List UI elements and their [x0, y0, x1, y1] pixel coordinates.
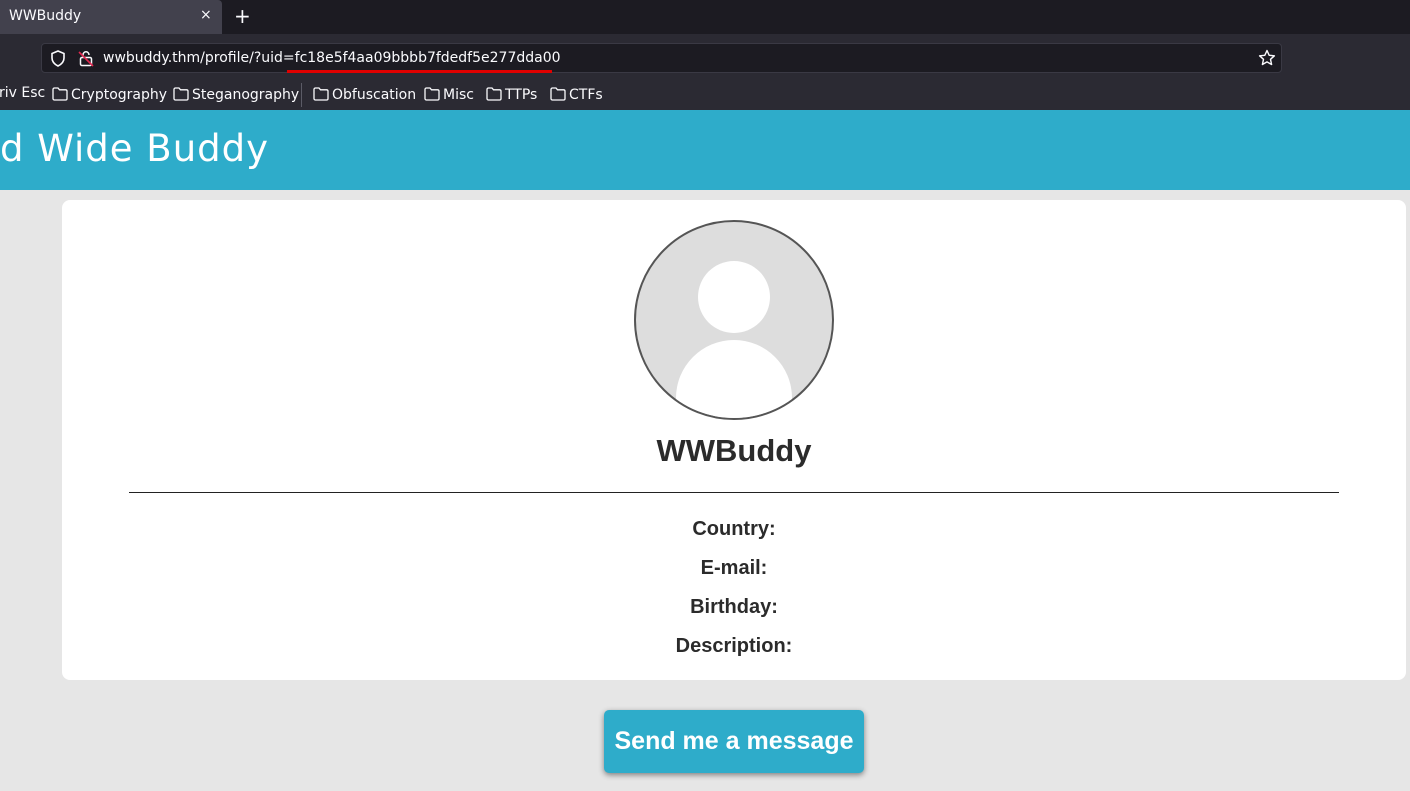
send-message-button[interactable]: Send me a message	[604, 710, 864, 773]
bookmark-misc[interactable]: Misc	[424, 85, 474, 103]
bookmark-label: CTFs	[569, 87, 603, 103]
bookmark-label: TTPs	[505, 87, 538, 103]
folder-icon	[486, 87, 502, 101]
birthday-label: Birthday:	[690, 596, 778, 618]
url-annotation-underline	[287, 70, 552, 73]
avatar	[634, 220, 834, 420]
site-title[interactable]: d Wide Buddy	[0, 127, 269, 170]
profile-username: WWBuddy	[656, 433, 812, 468]
country-label: Country:	[692, 518, 776, 540]
bookmark-priv-esc[interactable]: riv Esc	[0, 85, 45, 101]
new-tab-button[interactable]: +	[234, 4, 251, 28]
browser-tab[interactable]: WWBuddy ×	[0, 0, 222, 34]
bookmark-steganography[interactable]: Steganography	[173, 85, 299, 103]
url-bar[interactable]: wwbuddy.thm/profile/?uid=fc18e5f4aa09bbb…	[41, 43, 1282, 73]
bookmark-label: Misc	[443, 87, 474, 103]
bookmark-label: riv Esc	[0, 85, 46, 101]
avatar-body	[676, 340, 792, 418]
site-header: d Wide Buddy	[0, 110, 1410, 190]
folder-icon	[173, 87, 189, 101]
bookmarks-toolbar: riv Esc Cryptography Steganography Obfus…	[0, 80, 1410, 110]
bookmarks-separator	[301, 83, 302, 107]
folder-icon	[313, 87, 329, 101]
tab-title: WWBuddy	[9, 8, 82, 24]
shield-icon[interactable]	[50, 50, 66, 72]
divider	[129, 492, 1339, 493]
bookmark-ctfs[interactable]: CTFs	[550, 85, 603, 103]
star-icon[interactable]	[1258, 49, 1276, 72]
folder-icon	[424, 87, 440, 101]
tab-bar: WWBuddy × +	[0, 0, 1410, 34]
lock-icon[interactable]	[78, 50, 94, 72]
close-tab-icon[interactable]: ×	[200, 7, 212, 23]
folder-icon	[550, 87, 566, 101]
folder-icon	[52, 87, 68, 101]
bookmark-ttps[interactable]: TTPs	[486, 85, 537, 103]
bookmark-label: Steganography	[192, 87, 300, 103]
url-text[interactable]: wwbuddy.thm/profile/?uid=fc18e5f4aa09bbb…	[103, 50, 561, 66]
navigation-bar: wwbuddy.thm/profile/?uid=fc18e5f4aa09bbb…	[0, 34, 1410, 80]
bookmark-obfuscation[interactable]: Obfuscation	[313, 85, 416, 103]
avatar-head	[698, 261, 770, 333]
bookmark-label: Cryptography	[71, 87, 168, 103]
description-label: Description:	[675, 635, 793, 657]
email-label: E-mail:	[700, 557, 768, 579]
bookmark-cryptography[interactable]: Cryptography	[52, 85, 167, 103]
bookmark-label: Obfuscation	[332, 87, 417, 103]
profile-card: WWBuddy Country: E-mail: Birthday: Descr…	[62, 200, 1406, 680]
